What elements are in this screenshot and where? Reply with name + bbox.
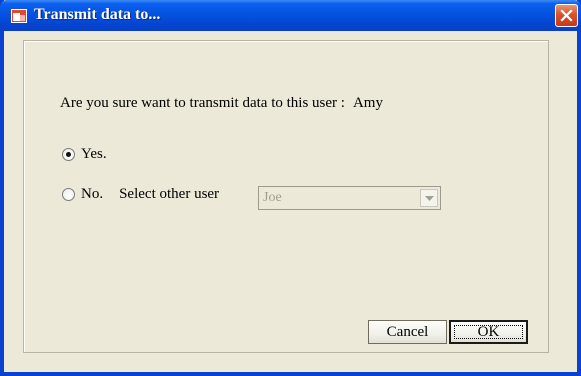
- other-user-select-value: Joe: [263, 190, 282, 205]
- confirm-question: Are you sure want to transmit data to th…: [60, 95, 383, 112]
- app-window-icon: [11, 9, 27, 23]
- cancel-button-label: Cancel: [386, 323, 429, 340]
- yes-label[interactable]: Yes.: [81, 146, 107, 163]
- other-user-select[interactable]: Joe: [258, 186, 441, 210]
- no-label[interactable]: No.: [81, 186, 103, 203]
- yes-option[interactable]: Yes.: [62, 146, 107, 163]
- close-button[interactable]: [555, 4, 578, 27]
- chevron-down-icon: [425, 196, 434, 201]
- ok-button-label: OK: [477, 323, 500, 340]
- window-title: Transmit data to...: [34, 6, 161, 23]
- cancel-button[interactable]: Cancel: [368, 320, 447, 344]
- target-user-name: Amy: [352, 95, 383, 111]
- ok-button[interactable]: OK: [449, 320, 528, 344]
- yes-radio[interactable]: [62, 148, 75, 161]
- question-text: Are you sure want to transmit data to th…: [60, 95, 345, 111]
- dropdown-button[interactable]: [420, 189, 438, 207]
- title-bar[interactable]: Transmit data to...: [0, 0, 581, 31]
- no-radio[interactable]: [62, 188, 75, 201]
- no-option[interactable]: No. Select other user: [62, 186, 219, 203]
- select-other-user-label: Select other user: [119, 186, 220, 202]
- close-icon: [560, 9, 573, 22]
